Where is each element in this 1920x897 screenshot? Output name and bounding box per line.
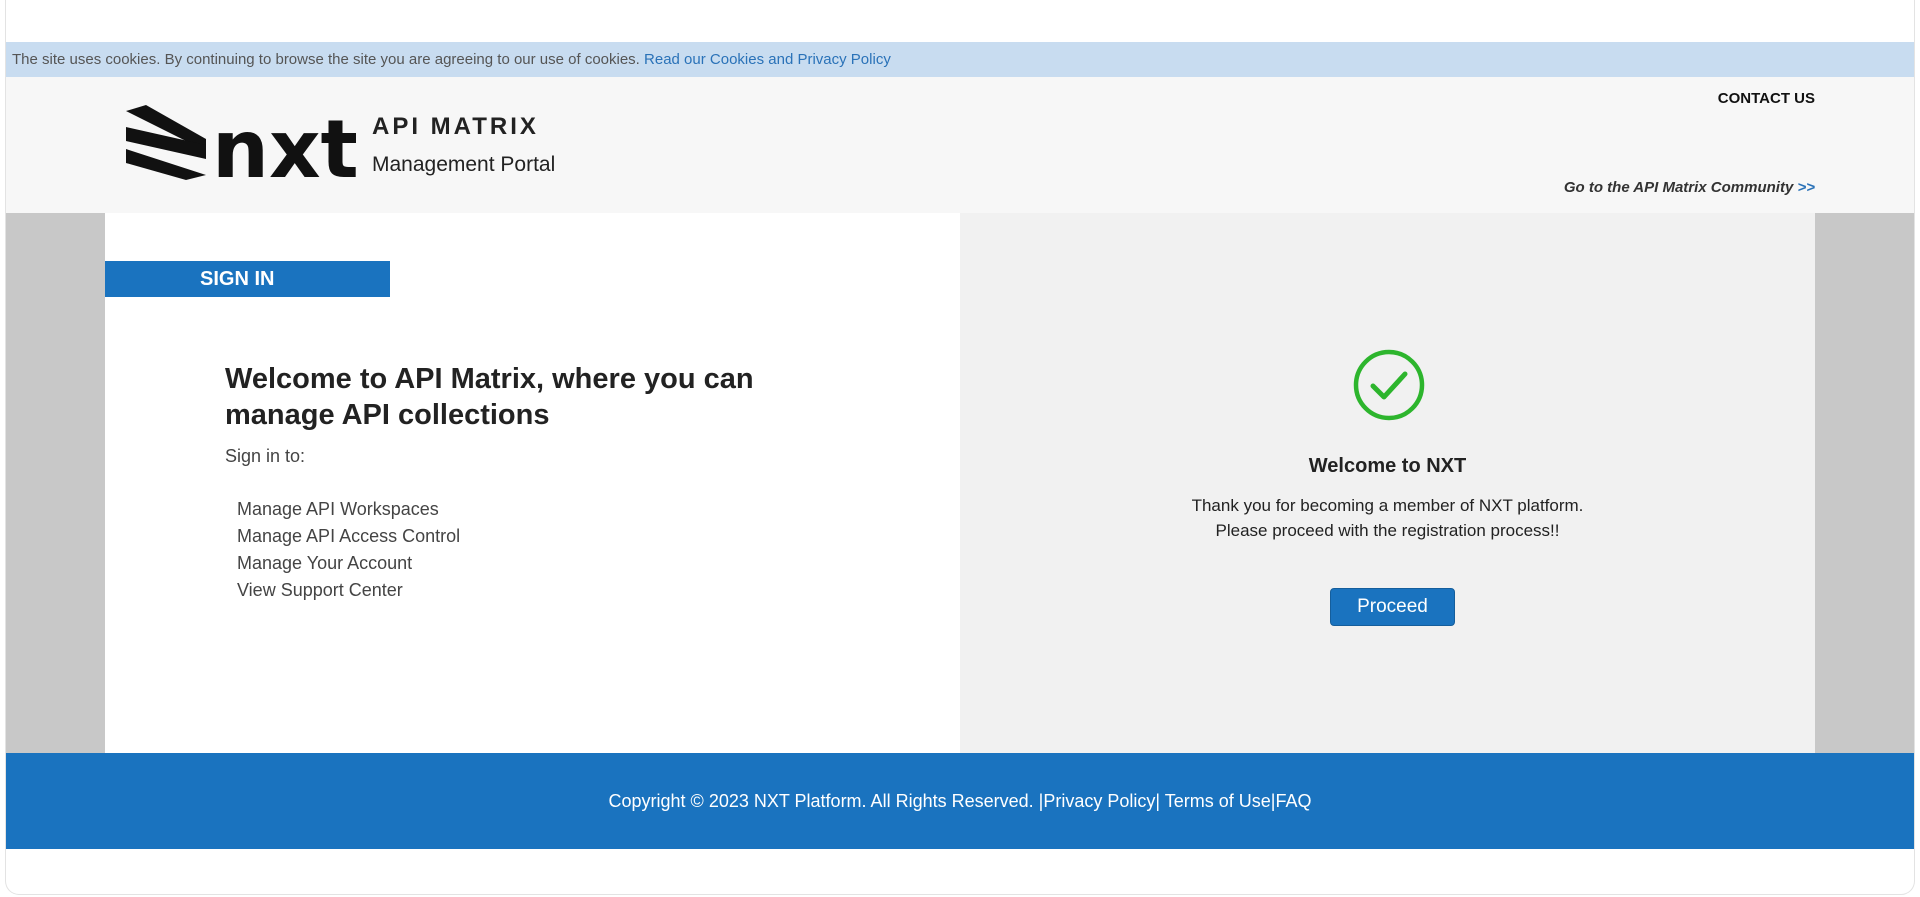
brand-title: API MATRIX — [372, 113, 539, 140]
footer: Copyright © 2023 NXT Platform. All Right… — [6, 753, 1914, 849]
cookie-banner: The site uses cookies. By continuing to … — [6, 42, 1914, 77]
welcome-title: Welcome to NXT — [1308, 455, 1467, 477]
contact-us-link[interactable]: CONTACT US — [1718, 90, 1815, 107]
signin-panel: SIGN IN Welcome to API Matrix, where you… — [105, 213, 960, 753]
cookie-policy-link[interactable]: Read our Cookies and Privacy Policy — [644, 51, 891, 68]
community-arrows: >> — [1797, 179, 1815, 196]
terms-of-use-link[interactable]: Terms of Use — [1165, 791, 1271, 811]
privacy-policy-link[interactable]: Privacy Policy — [1043, 791, 1155, 811]
main-content: SIGN IN Welcome to API Matrix, where you… — [6, 213, 1914, 753]
proceed-button[interactable]: Proceed — [1330, 588, 1455, 626]
community-text: Go to the API Matrix Community — [1563, 179, 1794, 196]
logo-text: nxt — [212, 105, 356, 180]
faq-link[interactable]: FAQ — [1275, 791, 1311, 811]
feature-item: Manage API Access Control — [237, 526, 461, 546]
copyright-text: Copyright © 2023 NXT Platform. All Right… — [608, 791, 1034, 811]
footer-separator: | — [1155, 791, 1161, 811]
feature-item: View Support Center — [237, 580, 403, 600]
feature-item: Manage API Workspaces — [237, 499, 439, 519]
feature-item: Manage Your Account — [237, 553, 413, 573]
community-link[interactable]: Go to the API Matrix Community >> — [1564, 179, 1815, 196]
welcome-panel: Welcome to NXT Thank you for becoming a … — [960, 213, 1815, 753]
brand-subtitle: Management Portal — [372, 153, 556, 176]
welcome-message-line1: Thank you for becoming a member of NXT p… — [1191, 496, 1584, 515]
welcome-message-line2: Please proceed with the registration pro… — [1215, 521, 1560, 540]
signin-to-label: Sign in to: — [225, 446, 306, 466]
welcome-heading: Welcome to API Matrix, where you can man… — [225, 363, 754, 431]
check-circle-icon — [1353, 349, 1425, 421]
feature-list: Manage API Workspaces Manage API Access … — [237, 496, 460, 604]
cookie-text: The site uses cookies. By continuing to … — [12, 51, 640, 68]
nxt-logo[interactable]: nxt — [126, 105, 356, 180]
header: nxt API MATRIX Management Portal CONTACT… — [6, 77, 1914, 213]
tab-sign-in[interactable]: SIGN IN — [105, 261, 390, 297]
